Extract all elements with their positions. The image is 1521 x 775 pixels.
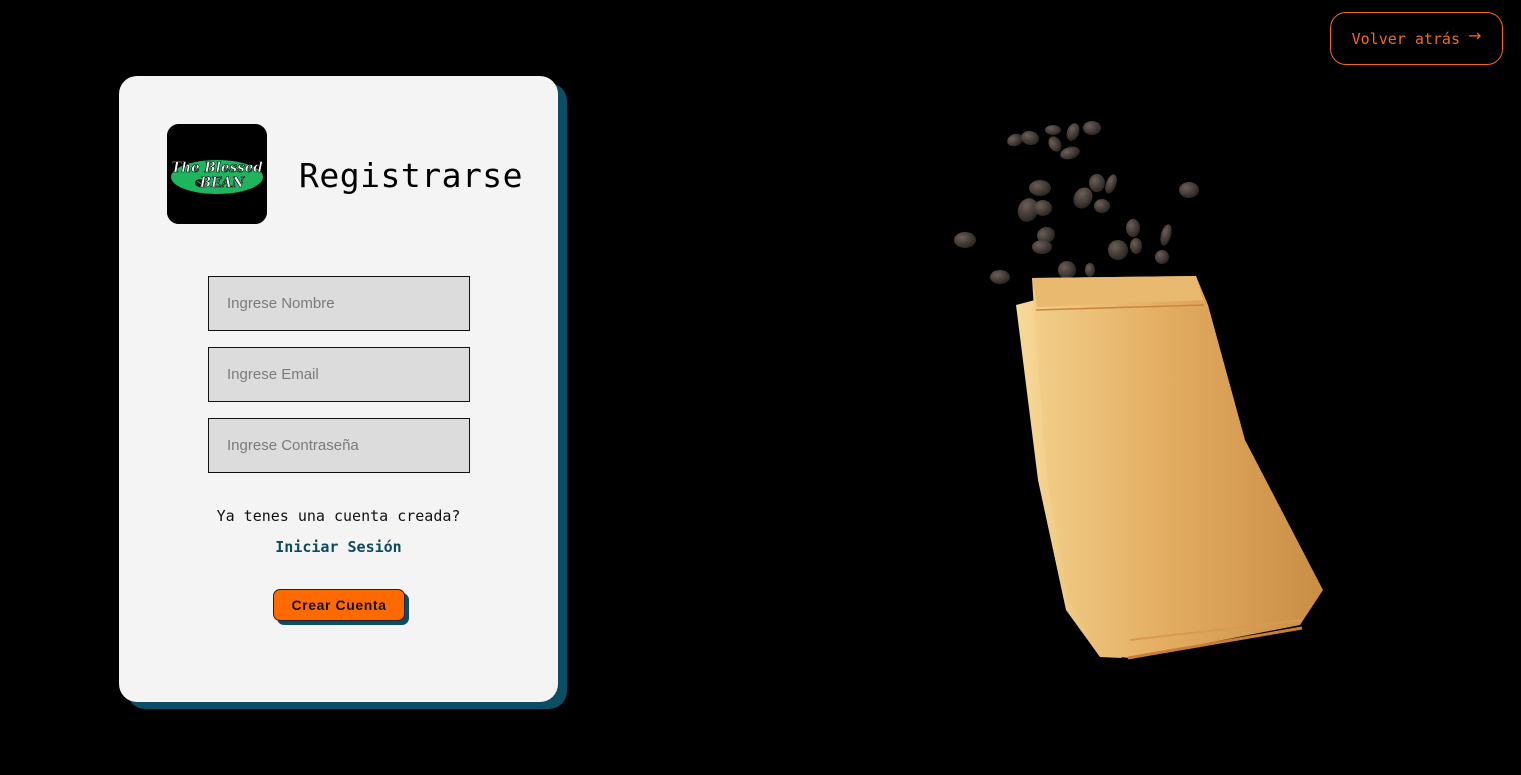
password-input[interactable] (208, 418, 470, 473)
register-card: The Blessed BEAN Registrarse Ya tenes un… (119, 76, 558, 702)
page-title: Registrarse (299, 156, 524, 195)
coffee-bag (1016, 276, 1323, 660)
email-input[interactable] (208, 347, 470, 402)
arrow-right-icon: → (1467, 25, 1482, 45)
logo-text-line2: BEAN (199, 175, 245, 191)
hero-image (940, 110, 1340, 670)
create-account-button[interactable]: Crear Cuenta (273, 589, 405, 621)
register-page: Volver atrás → The Blessed BEAN Registra… (0, 0, 1521, 775)
back-button[interactable]: Volver atrás → (1330, 12, 1503, 65)
account-question: Ya tenes una cuenta creada? (216, 507, 461, 525)
login-link[interactable]: Iniciar Sesión (119, 538, 558, 556)
brand-logo: The Blessed BEAN (167, 124, 267, 224)
logo-text-line1: The Blessed (171, 160, 263, 176)
name-input[interactable] (208, 276, 470, 331)
coffee-beans (954, 121, 1199, 284)
back-button-label: Volver atrás (1351, 29, 1460, 48)
